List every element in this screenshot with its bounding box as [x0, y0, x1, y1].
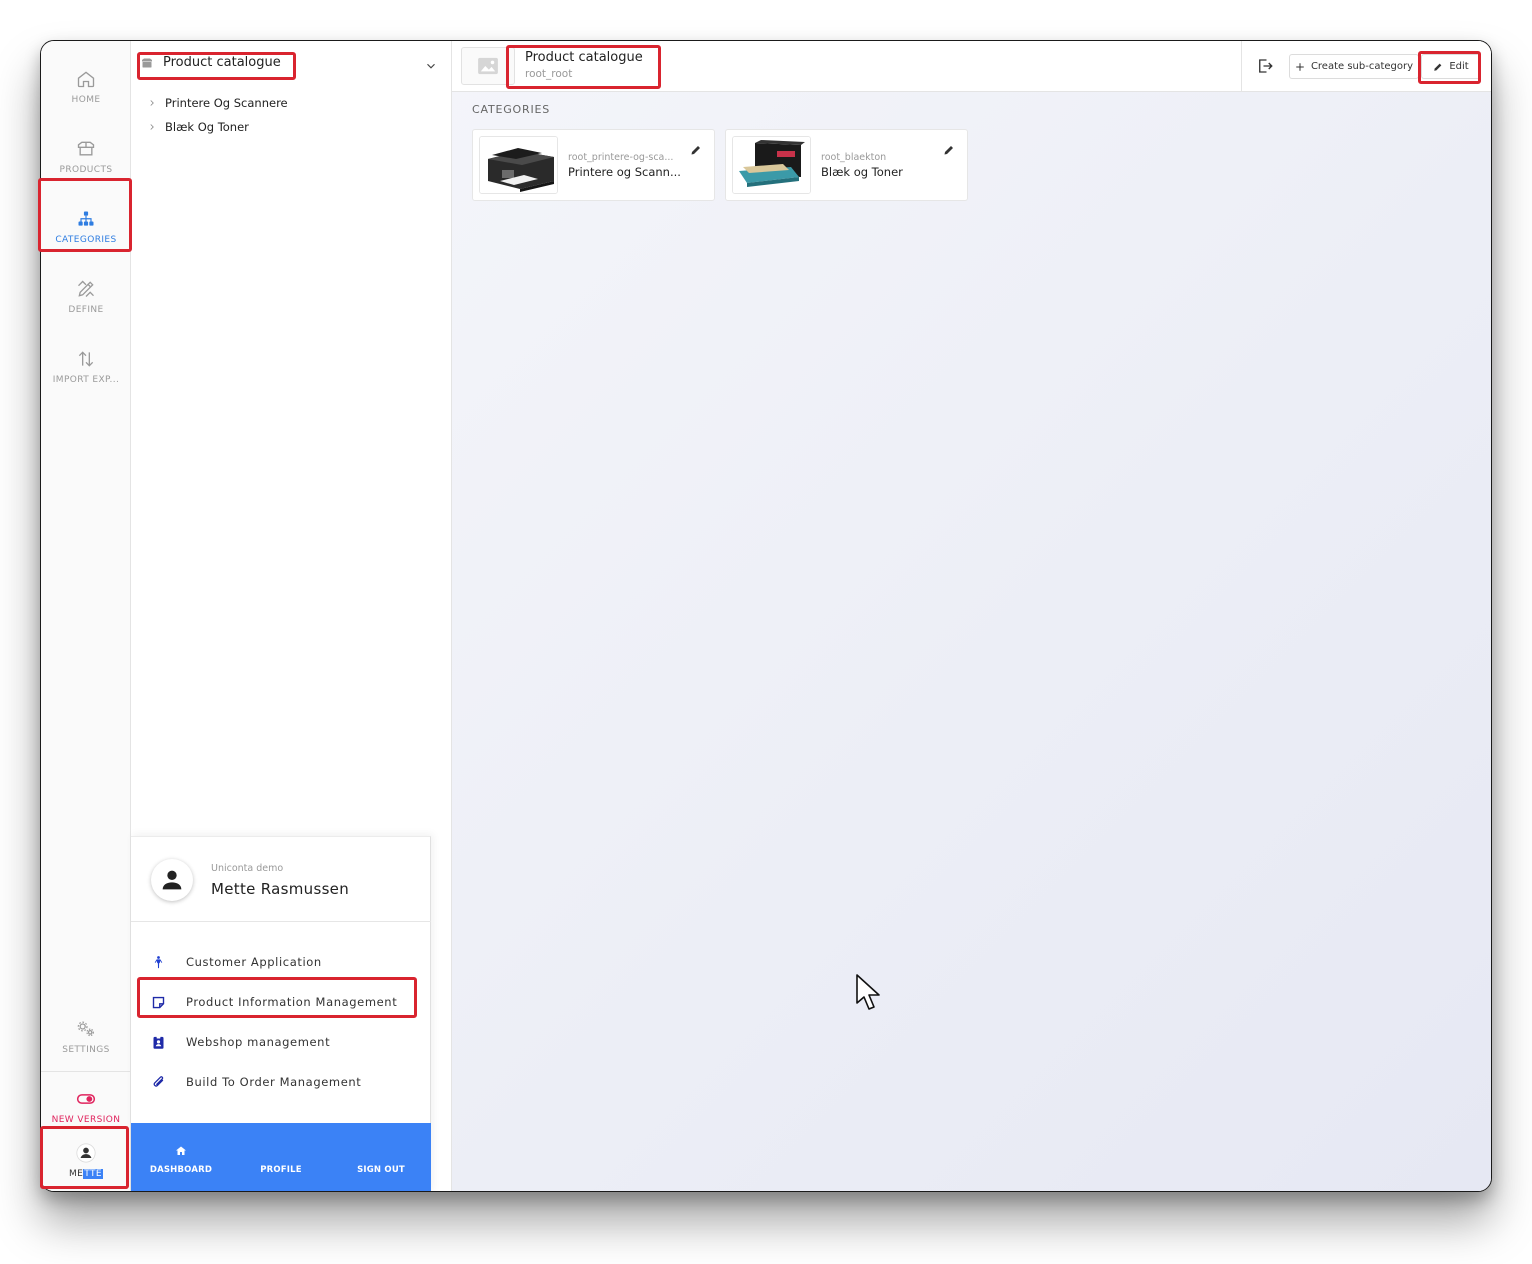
printer-image	[480, 137, 557, 193]
sort-arrows-icon	[78, 351, 94, 367]
pencil-icon	[1434, 63, 1442, 71]
tree-node-blaek[interactable]: Blæk Og Toner	[147, 120, 249, 134]
tree-title-text: Product catalogue	[163, 55, 281, 70]
category-card-blaek[interactable]: root_blaekton Blæk og Toner	[725, 129, 968, 201]
pencil-icon[interactable]	[943, 144, 955, 156]
dashboard-label: DASHBOARD	[149, 1165, 213, 1175]
rail-item-categories[interactable]: CATEGORIES	[41, 195, 131, 259]
dashboard-button[interactable]: DASHBOARD	[131, 1123, 231, 1191]
tree-node-printere[interactable]: Printere Og Scannere	[147, 96, 288, 110]
pencil-ruler-icon	[78, 280, 94, 297]
rail-label-categories: CATEGORIES	[55, 235, 117, 245]
profile-button[interactable]: PROFILE	[231, 1123, 331, 1191]
category-card-name: Printere og Scann...	[568, 165, 681, 179]
top-actions: Create sub-category Edit	[1241, 41, 1491, 92]
tree-catalogue-selector[interactable]: Product catalogue	[141, 55, 281, 70]
user-app-popup: Uniconta demo Mette Rasmussen Customer A…	[131, 836, 431, 1191]
app-label: Webshop management	[186, 1035, 331, 1049]
app-label: Customer Application	[186, 955, 322, 969]
avatar-icon	[162, 870, 182, 890]
popup-org: Uniconta demo	[211, 863, 284, 874]
tree-header: Product catalogue	[131, 41, 452, 91]
avatar-icon	[76, 1143, 96, 1163]
tree-node-label: Blæk Og Toner	[165, 120, 249, 134]
popup-avatar	[151, 859, 193, 901]
rail-label-products: PRODUCTS	[59, 165, 113, 175]
rail-item-settings[interactable]: SETTINGS	[41, 1005, 131, 1069]
app-build-to-order-management[interactable]: Build To Order Management	[151, 1071, 421, 1093]
app-label: Build To Order Management	[186, 1075, 362, 1089]
category-card-code: root_printere-og-sca...	[568, 152, 674, 163]
catalogue-icon	[142, 58, 152, 67]
rail-label-define: DEFINE	[68, 305, 104, 315]
image-placeholder-icon	[478, 57, 498, 75]
edit-label: Edit	[1449, 61, 1469, 72]
app-label: Product Information Management	[186, 995, 398, 1009]
edit-button[interactable]: Edit	[1421, 54, 1481, 79]
rail-item-import-export[interactable]: IMPORT EXP...	[41, 335, 131, 399]
chevron-down-icon[interactable]	[424, 59, 438, 73]
category-card-code: root_blaekton	[821, 152, 887, 163]
sign-out-button[interactable]: SIGN OUT	[331, 1123, 431, 1191]
tree-node-label: Printere Og Scannere	[165, 96, 288, 110]
mouse-cursor-icon	[856, 974, 880, 1010]
main-content: Product catalogue root_root Create sub-c…	[452, 41, 1491, 1191]
create-sub-category-button[interactable]: Create sub-category	[1289, 54, 1419, 79]
rail-item-home[interactable]: HOME	[41, 55, 131, 119]
top-bar: Product catalogue root_root Create sub-c…	[452, 41, 1491, 92]
user-label-plain: ME	[69, 1169, 84, 1179]
sign-out-label: SIGN OUT	[357, 1165, 405, 1175]
app-product-information-management[interactable]: Product Information Management	[151, 991, 421, 1013]
app-window: HOME PRODUCTS CATEGORIES DEFINE IMPORT E…	[40, 40, 1492, 1192]
badge-icon	[153, 1035, 164, 1049]
exit-icon[interactable]	[1256, 57, 1274, 75]
app-webshop-management[interactable]: Webshop management	[151, 1031, 421, 1053]
home-icon	[176, 1146, 186, 1155]
box-icon	[77, 141, 95, 156]
note-icon	[152, 996, 165, 1008]
gears-icon	[77, 1021, 94, 1037]
pencil-icon[interactable]	[690, 144, 702, 156]
category-card-image	[479, 136, 558, 194]
toggle-icon	[76, 1094, 96, 1104]
category-card-image	[732, 136, 811, 194]
popup-footer: DASHBOARD PROFILE SIGN OUT	[131, 1123, 431, 1191]
rail-label-settings: SETTINGS	[62, 1045, 110, 1055]
toner-image	[733, 137, 810, 193]
popup-divider	[131, 921, 431, 922]
popup-user-name: Mette Rasmussen	[211, 880, 350, 898]
category-card-printere[interactable]: root_printere-og-sca... Printere og Scan…	[472, 129, 715, 201]
home-icon	[77, 71, 95, 88]
page-code: root_root	[525, 68, 573, 80]
chevron-right-icon	[150, 124, 154, 130]
rail-label-user: METTE	[69, 1169, 103, 1179]
plus-icon	[1296, 62, 1304, 71]
rail-item-products[interactable]: PRODUCTS	[41, 125, 131, 189]
user-label-highlight: TTE	[83, 1169, 103, 1179]
rail-label-import-export: IMPORT EXP...	[52, 375, 120, 385]
section-title-categories: CATEGORIES	[472, 103, 551, 116]
app-customer-application[interactable]: Customer Application	[151, 951, 421, 973]
profile-label: PROFILE	[260, 1165, 302, 1175]
create-sub-category-label: Create sub-category	[1310, 61, 1414, 72]
catalogue-thumbnail[interactable]	[461, 47, 515, 85]
rail-item-user[interactable]: METTE	[41, 1129, 131, 1191]
person-icon	[154, 955, 163, 968]
hierarchy-icon	[78, 211, 94, 226]
rail-divider	[41, 1071, 131, 1072]
rail-item-define[interactable]: DEFINE	[41, 265, 131, 329]
left-rail: HOME PRODUCTS CATEGORIES DEFINE IMPORT E…	[41, 41, 131, 1191]
chevron-right-icon	[150, 100, 154, 106]
page-title: Product catalogue	[525, 50, 643, 65]
rail-label-home: HOME	[71, 95, 101, 105]
rail-label-new-version: NEW VERSION	[51, 1115, 121, 1125]
paperclip-icon	[153, 1075, 164, 1087]
category-card-name: Blæk og Toner	[821, 165, 903, 179]
